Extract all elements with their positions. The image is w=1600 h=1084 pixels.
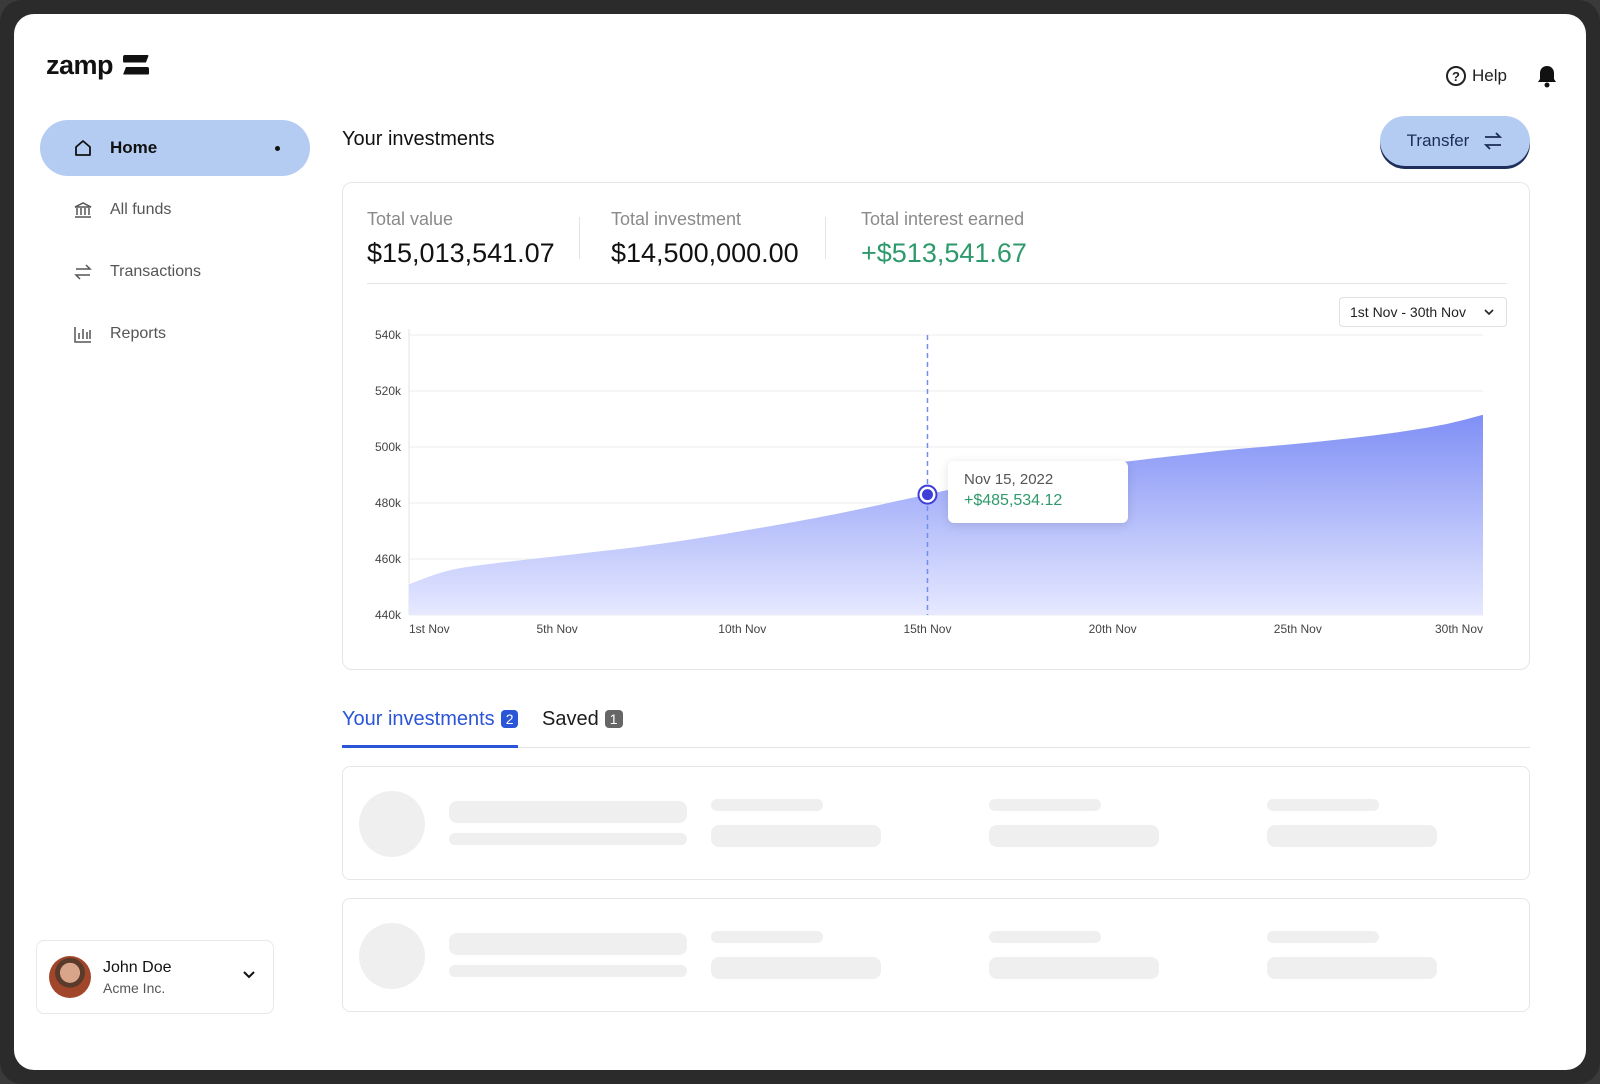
sidebar-item-reports[interactable]: Reports bbox=[40, 306, 310, 362]
transfer-button[interactable]: Transfer bbox=[1380, 116, 1530, 166]
area-series bbox=[409, 414, 1483, 615]
logo-text: zamp bbox=[46, 50, 114, 80]
skeleton-line bbox=[449, 833, 687, 845]
stat-value: $14,500,000.00 bbox=[611, 238, 799, 268]
chevron-down-icon bbox=[243, 971, 255, 979]
list-item-skeleton bbox=[342, 766, 1530, 880]
stat-label: Total value bbox=[367, 209, 454, 229]
bank-icon bbox=[72, 199, 94, 221]
tab-label: Saved bbox=[542, 708, 599, 730]
highlight-point-ring bbox=[917, 484, 938, 505]
user-name: John Doe bbox=[103, 958, 172, 976]
x-tick-label: 25th Nov bbox=[1274, 622, 1322, 636]
sidebar-item-all-funds[interactable]: All funds bbox=[40, 182, 310, 238]
skeleton-avatar bbox=[359, 791, 425, 857]
divider bbox=[579, 217, 580, 259]
total-value-stat: Total value $15,013,541.07 bbox=[367, 209, 555, 269]
app-logo[interactable]: zamp bbox=[46, 50, 150, 81]
tooltip-date: Nov 15, 2022 bbox=[964, 471, 1054, 488]
highlight-point bbox=[921, 489, 933, 501]
skeleton-line bbox=[1267, 931, 1379, 943]
skeleton-line bbox=[449, 801, 687, 823]
skeleton-line bbox=[1267, 799, 1379, 811]
skeleton-line bbox=[989, 825, 1159, 847]
total-investment-stat: Total investment $14,500,000.00 bbox=[611, 209, 799, 269]
sidebar-item-label: Reports bbox=[110, 325, 167, 342]
tab-saved[interactable]: Saved 1 bbox=[542, 708, 623, 748]
skeleton-line bbox=[989, 931, 1101, 943]
device-frame: zamp ? Help Home All funds Transactions … bbox=[0, 0, 1600, 1084]
x-tick-label: 5th Nov bbox=[536, 622, 577, 636]
date-range-select[interactable]: 1st Nov - 30th Nov bbox=[1339, 297, 1507, 327]
stat-value: $15,013,541.07 bbox=[367, 238, 555, 268]
skeleton-line bbox=[711, 957, 881, 979]
sidebar-item-transactions[interactable]: Transactions bbox=[40, 244, 310, 300]
tab-your-investments[interactable]: Your investments 2 bbox=[342, 708, 519, 748]
chevron-down-icon bbox=[1484, 308, 1494, 315]
investments-summary-card: Total value $15,013,541.07 Total investm… bbox=[342, 182, 1530, 670]
count-badge: 2 bbox=[500, 710, 519, 728]
y-tick-label: 460k bbox=[375, 552, 402, 566]
y-tick-label: 480k bbox=[375, 496, 402, 510]
question-icon: ? bbox=[1446, 66, 1466, 86]
stat-label: Total investment bbox=[611, 209, 742, 229]
y-tick-label: 500k bbox=[375, 440, 402, 454]
tab-label: Your investments bbox=[342, 708, 495, 730]
divider bbox=[825, 217, 826, 259]
skeleton-line bbox=[711, 825, 881, 847]
sidebar-item-label: All funds bbox=[110, 201, 172, 218]
chart-tooltip: Nov 15, 2022 +$485,534.12 bbox=[948, 461, 1128, 523]
y-tick-label: 520k bbox=[375, 384, 402, 398]
skeleton-line bbox=[449, 965, 687, 977]
sidebar-nav: Home All funds Transactions Reports bbox=[40, 120, 310, 368]
bar-chart-icon bbox=[72, 323, 94, 345]
x-tick-label: 20th Nov bbox=[1089, 622, 1137, 636]
home-icon bbox=[72, 137, 94, 159]
help-button[interactable]: ? Help bbox=[1446, 66, 1507, 86]
help-label: Help bbox=[1472, 66, 1507, 85]
logo-mark-icon bbox=[123, 54, 150, 77]
x-tick-label: 1st Nov bbox=[409, 622, 450, 636]
stat-value: +$513,541.67 bbox=[861, 238, 1027, 268]
page-title: Your investments bbox=[342, 128, 495, 150]
avatar bbox=[49, 956, 91, 998]
sidebar-item-label: Home bbox=[110, 138, 158, 157]
bell-icon[interactable] bbox=[1536, 64, 1558, 88]
user-org: Acme Inc. bbox=[103, 979, 166, 996]
investments-tabs: Your investments 2 Saved 1 bbox=[342, 708, 1530, 748]
sidebar-item-label: Transactions bbox=[110, 263, 201, 280]
skeleton-avatar bbox=[359, 923, 425, 989]
user-info: John Doe Acme Inc. bbox=[103, 959, 172, 996]
skeleton-line bbox=[711, 799, 823, 811]
sidebar-item-home[interactable]: Home bbox=[40, 120, 310, 176]
skeleton-line bbox=[989, 957, 1159, 979]
date-range-value: 1st Nov - 30th Nov bbox=[1350, 304, 1466, 320]
app-screen: zamp ? Help Home All funds Transactions … bbox=[14, 14, 1586, 1070]
user-menu[interactable]: John Doe Acme Inc. bbox=[36, 940, 274, 1014]
list-item-skeleton bbox=[342, 898, 1530, 1012]
y-tick-label: 540k bbox=[375, 328, 402, 342]
skeleton-line bbox=[1267, 825, 1437, 847]
swap-icon bbox=[1484, 132, 1503, 150]
skeleton-line bbox=[989, 799, 1101, 811]
active-dot bbox=[275, 146, 280, 151]
skeleton-line bbox=[449, 933, 687, 955]
transfer-label: Transfer bbox=[1406, 131, 1470, 150]
divider bbox=[367, 283, 1507, 284]
x-tick-label: 10th Nov bbox=[718, 622, 766, 636]
stat-label: Total interest earned bbox=[861, 209, 1025, 229]
y-tick-label: 440k bbox=[375, 608, 402, 622]
count-badge: 1 bbox=[604, 710, 623, 728]
skeleton-line bbox=[711, 931, 823, 943]
skeleton-line bbox=[1267, 957, 1437, 979]
tooltip-value: +$485,534.12 bbox=[964, 492, 1063, 509]
x-tick-label: 15th Nov bbox=[903, 622, 951, 636]
x-tick-label: 30th Nov bbox=[1435, 622, 1483, 636]
arrows-icon bbox=[72, 261, 94, 283]
total-interest-stat: Total interest earned +$513,541.67 bbox=[861, 209, 1027, 269]
